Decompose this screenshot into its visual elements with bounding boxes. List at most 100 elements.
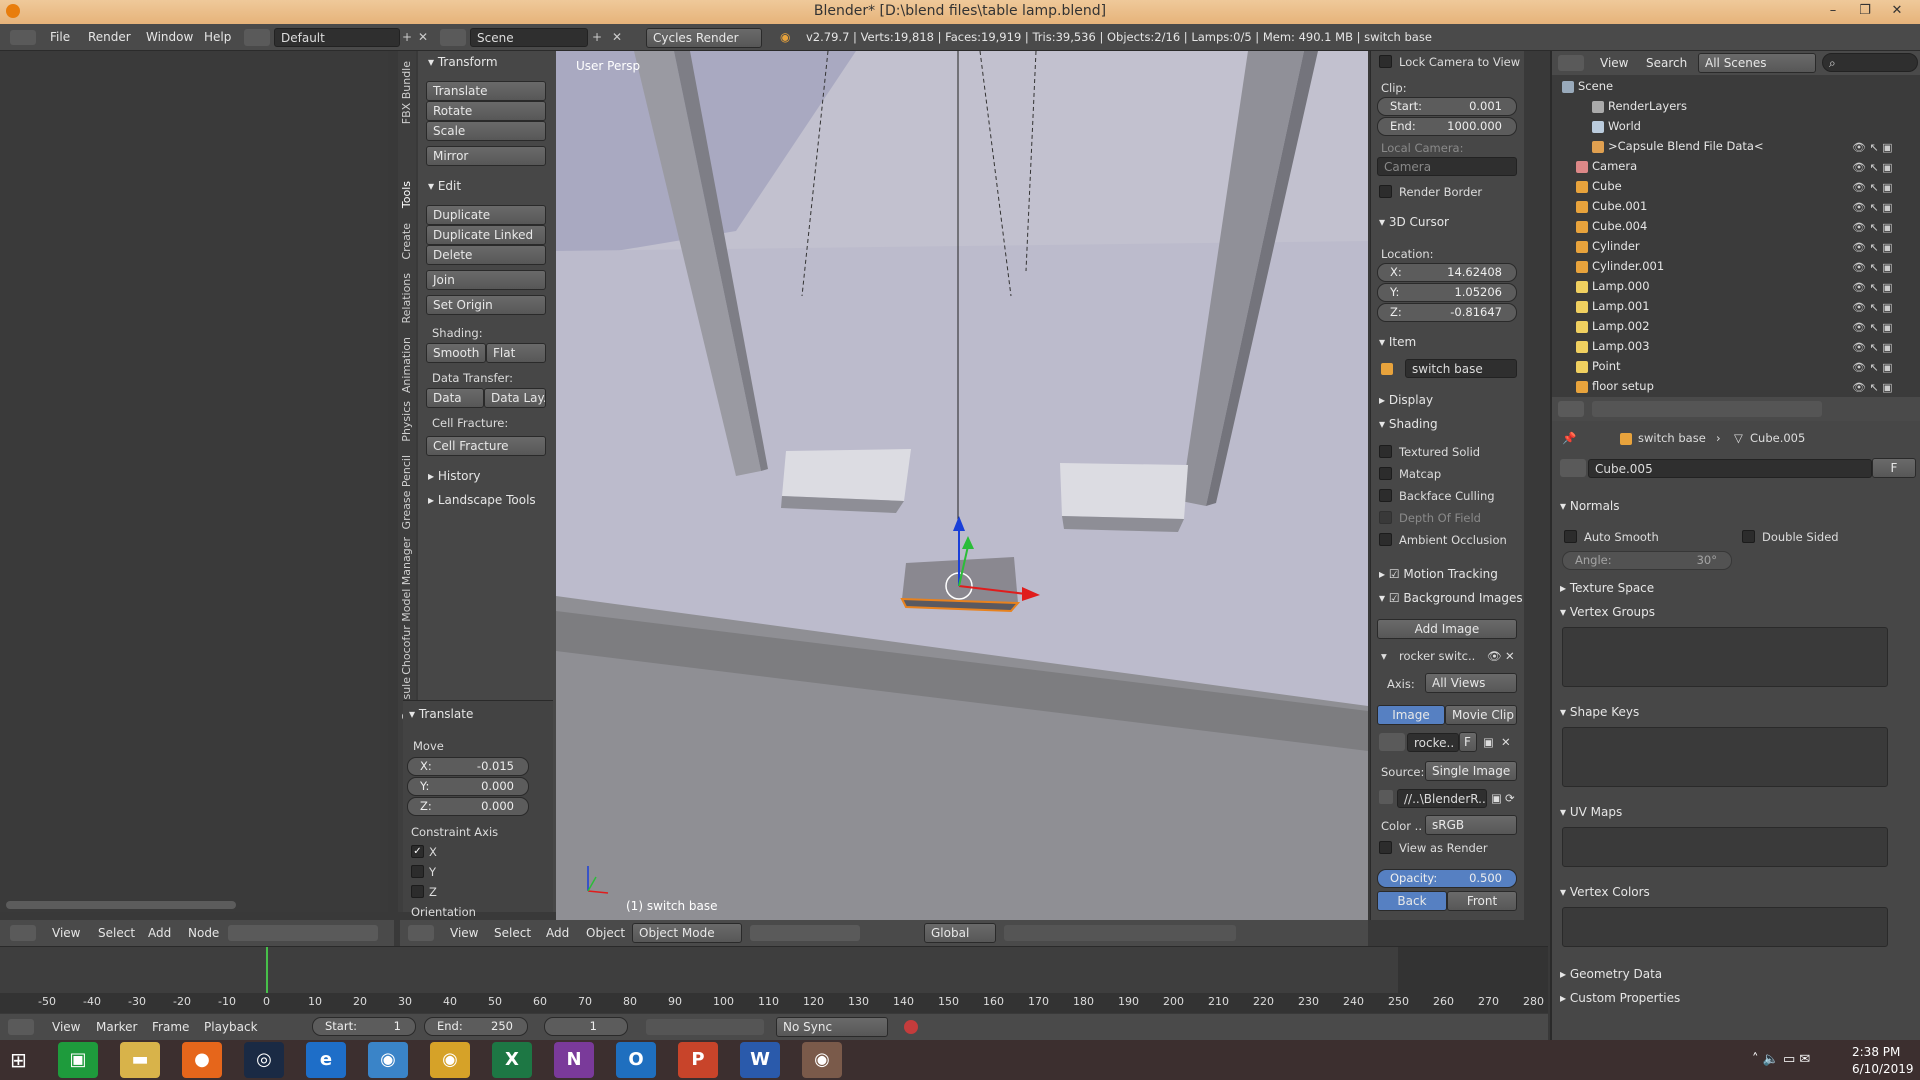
custom-props-header[interactable]: ▸ Custom Properties — [1560, 991, 1680, 1005]
visibility-icon[interactable]: 👁 ↖ ▣ — [1852, 181, 1893, 194]
menu-window[interactable]: Window — [146, 30, 193, 44]
move-x-field[interactable]: X: -0.015 — [407, 757, 529, 776]
transform-orientation-select[interactable]: Global — [924, 923, 996, 943]
reload-icon[interactable]: ⟳ — [1505, 791, 1515, 805]
edge-icon[interactable]: e — [306, 1042, 346, 1078]
rotate-button[interactable]: Rotate — [426, 101, 546, 121]
landscape-header[interactable]: ▸ Landscape Tools — [428, 493, 536, 507]
viewport-shading-icons[interactable] — [750, 925, 860, 941]
normals-header[interactable]: ▾ Normals — [1560, 499, 1620, 513]
menu-help[interactable]: Help — [204, 30, 231, 44]
minimize-button[interactable]: – — [1818, 0, 1848, 22]
cell-fracture-button[interactable]: Cell Fracture — [426, 436, 546, 456]
add-image-button[interactable]: Add Image — [1377, 619, 1517, 639]
outliner-search-input[interactable]: ⌕ — [1822, 53, 1918, 72]
onenote-icon[interactable]: N — [554, 1042, 594, 1078]
timeline-view-menu[interactable]: View — [52, 1020, 80, 1034]
smooth-button[interactable]: Smooth — [426, 343, 486, 363]
outliner-row[interactable]: Camera — [1576, 159, 1637, 177]
geometry-data-header[interactable]: ▸ Geometry Data — [1560, 967, 1662, 981]
cursor-y-field[interactable]: Y: 1.05206 — [1377, 283, 1517, 302]
outliner-row[interactable]: Cylinder.001 — [1576, 259, 1664, 277]
image-tab[interactable]: Image — [1377, 705, 1445, 725]
node-editor[interactable] — [0, 51, 388, 912]
textured-solid-checkbox[interactable] — [1379, 445, 1392, 458]
chrome-blue-icon[interactable]: ◉ — [368, 1042, 408, 1078]
delete-button[interactable]: Delete — [426, 245, 546, 265]
auto-smooth-checkbox[interactable] — [1564, 530, 1577, 543]
vertex-groups-list[interactable] — [1562, 627, 1888, 687]
translate-button[interactable]: Translate — [426, 81, 546, 101]
editor-type-icon[interactable] — [408, 925, 434, 941]
display-mode-select[interactable]: All Scenes — [1698, 53, 1816, 73]
cursor-z-field[interactable]: Z: -0.81647 — [1377, 303, 1517, 322]
editor-type-icon[interactable] — [1558, 55, 1584, 71]
visibility-icon[interactable]: 👁 ↖ ▣ — [1852, 281, 1893, 294]
movie-clip-tab[interactable]: Movie Clip — [1445, 705, 1517, 725]
add-scene-icon[interactable]: + — [592, 30, 602, 44]
layout-icon[interactable] — [244, 29, 270, 46]
node-menu-view[interactable]: View — [52, 926, 80, 940]
uv-maps-header[interactable]: ▾ UV Maps — [1560, 805, 1622, 819]
word-icon[interactable]: W — [740, 1042, 780, 1078]
bg-expand-icon[interactable]: ▾ — [1381, 649, 1387, 663]
layout-field[interactable]: Default — [274, 28, 400, 47]
vertex-colors-list[interactable] — [1562, 907, 1888, 947]
remove-scene-icon[interactable]: ✕ — [612, 30, 622, 44]
menu-render[interactable]: Render — [88, 30, 131, 44]
shape-keys-header[interactable]: ▾ Shape Keys — [1560, 705, 1639, 719]
mode-select[interactable]: Object Mode — [632, 923, 742, 943]
node-menu-add[interactable]: Add — [148, 926, 171, 940]
tab-relations[interactable]: Relations — [400, 273, 413, 324]
add-menu[interactable]: Add — [546, 926, 569, 940]
start-frame-field[interactable]: Start: 1 — [312, 1017, 416, 1036]
tab-physics[interactable]: Physics — [400, 401, 413, 442]
motion-tracking-header[interactable]: ▸ ☑ Motion Tracking — [1379, 567, 1498, 581]
outliner-row[interactable]: floor setup — [1576, 379, 1654, 397]
color-space-select[interactable]: sRGB — [1425, 815, 1517, 835]
move-y-field[interactable]: Y: 0.000 — [407, 777, 529, 796]
set-origin-button[interactable]: Set Origin — [426, 295, 546, 315]
current-frame-indicator[interactable] — [266, 947, 268, 993]
visibility-icon[interactable]: 👁 ↖ ▣ — [1852, 361, 1893, 374]
3d-viewport[interactable]: User Persp (1) switch base — [556, 51, 1368, 920]
node-menu-node[interactable]: Node — [188, 926, 219, 940]
duplicate-button[interactable]: Duplicate — [426, 205, 546, 225]
eye-icon[interactable]: 👁 — [1487, 649, 1502, 663]
view-menu[interactable]: View — [450, 926, 478, 940]
outliner-row[interactable]: Cube — [1576, 179, 1622, 197]
mirror-button[interactable]: Mirror — [426, 146, 546, 166]
outliner-row[interactable]: World — [1592, 119, 1641, 137]
item-name-field[interactable]: switch base — [1405, 359, 1517, 378]
backface-checkbox[interactable] — [1379, 489, 1392, 502]
item-header[interactable]: ▾ Item — [1379, 335, 1416, 349]
firefox-icon[interactable]: ● — [182, 1042, 222, 1078]
file-explorer-icon[interactable]: ▬ — [120, 1042, 160, 1078]
tab-grease-pencil[interactable]: Grease Pencil — [400, 455, 413, 529]
opacity-field[interactable]: Opacity: 0.500 — [1377, 869, 1517, 888]
clip-end-field[interactable]: End: 1000.000 — [1377, 117, 1517, 136]
cursor-header[interactable]: ▾ 3D Cursor — [1379, 215, 1449, 229]
open-image-icon[interactable]: ▣ — [1483, 735, 1494, 749]
outliner-search-menu[interactable]: Search — [1646, 56, 1687, 70]
render-border-checkbox[interactable] — [1379, 185, 1392, 198]
menu-file[interactable]: File — [50, 30, 70, 44]
operator-header[interactable]: ▾ Translate — [409, 707, 473, 721]
outliner-row[interactable]: Scene — [1562, 79, 1613, 97]
angle-field[interactable]: Angle: 30° — [1562, 551, 1732, 570]
sync-select[interactable]: No Sync — [776, 1017, 888, 1037]
outliner-view-menu[interactable]: View — [1600, 56, 1628, 70]
double-sided-checkbox[interactable] — [1742, 530, 1755, 543]
maximize-button[interactable]: ❐ — [1850, 0, 1880, 22]
mesh-browse-icon[interactable] — [1560, 459, 1586, 477]
clip-start-field[interactable]: Start: 0.001 — [1377, 97, 1517, 116]
data-button[interactable]: Data — [426, 388, 484, 408]
uv-maps-list[interactable] — [1562, 827, 1888, 867]
image-browse-icon[interactable] — [1379, 733, 1405, 751]
tray-icons[interactable]: ˄ 🔈 ▭ ✉ — [1752, 1052, 1810, 1067]
excel-icon[interactable]: X — [492, 1042, 532, 1078]
visibility-icon[interactable]: 👁 ↖ ▣ — [1852, 141, 1893, 154]
outliner-row[interactable]: >Capsule Blend File Data< — [1592, 139, 1764, 157]
node-menu-select[interactable]: Select — [98, 926, 135, 940]
record-icon[interactable] — [904, 1020, 918, 1034]
